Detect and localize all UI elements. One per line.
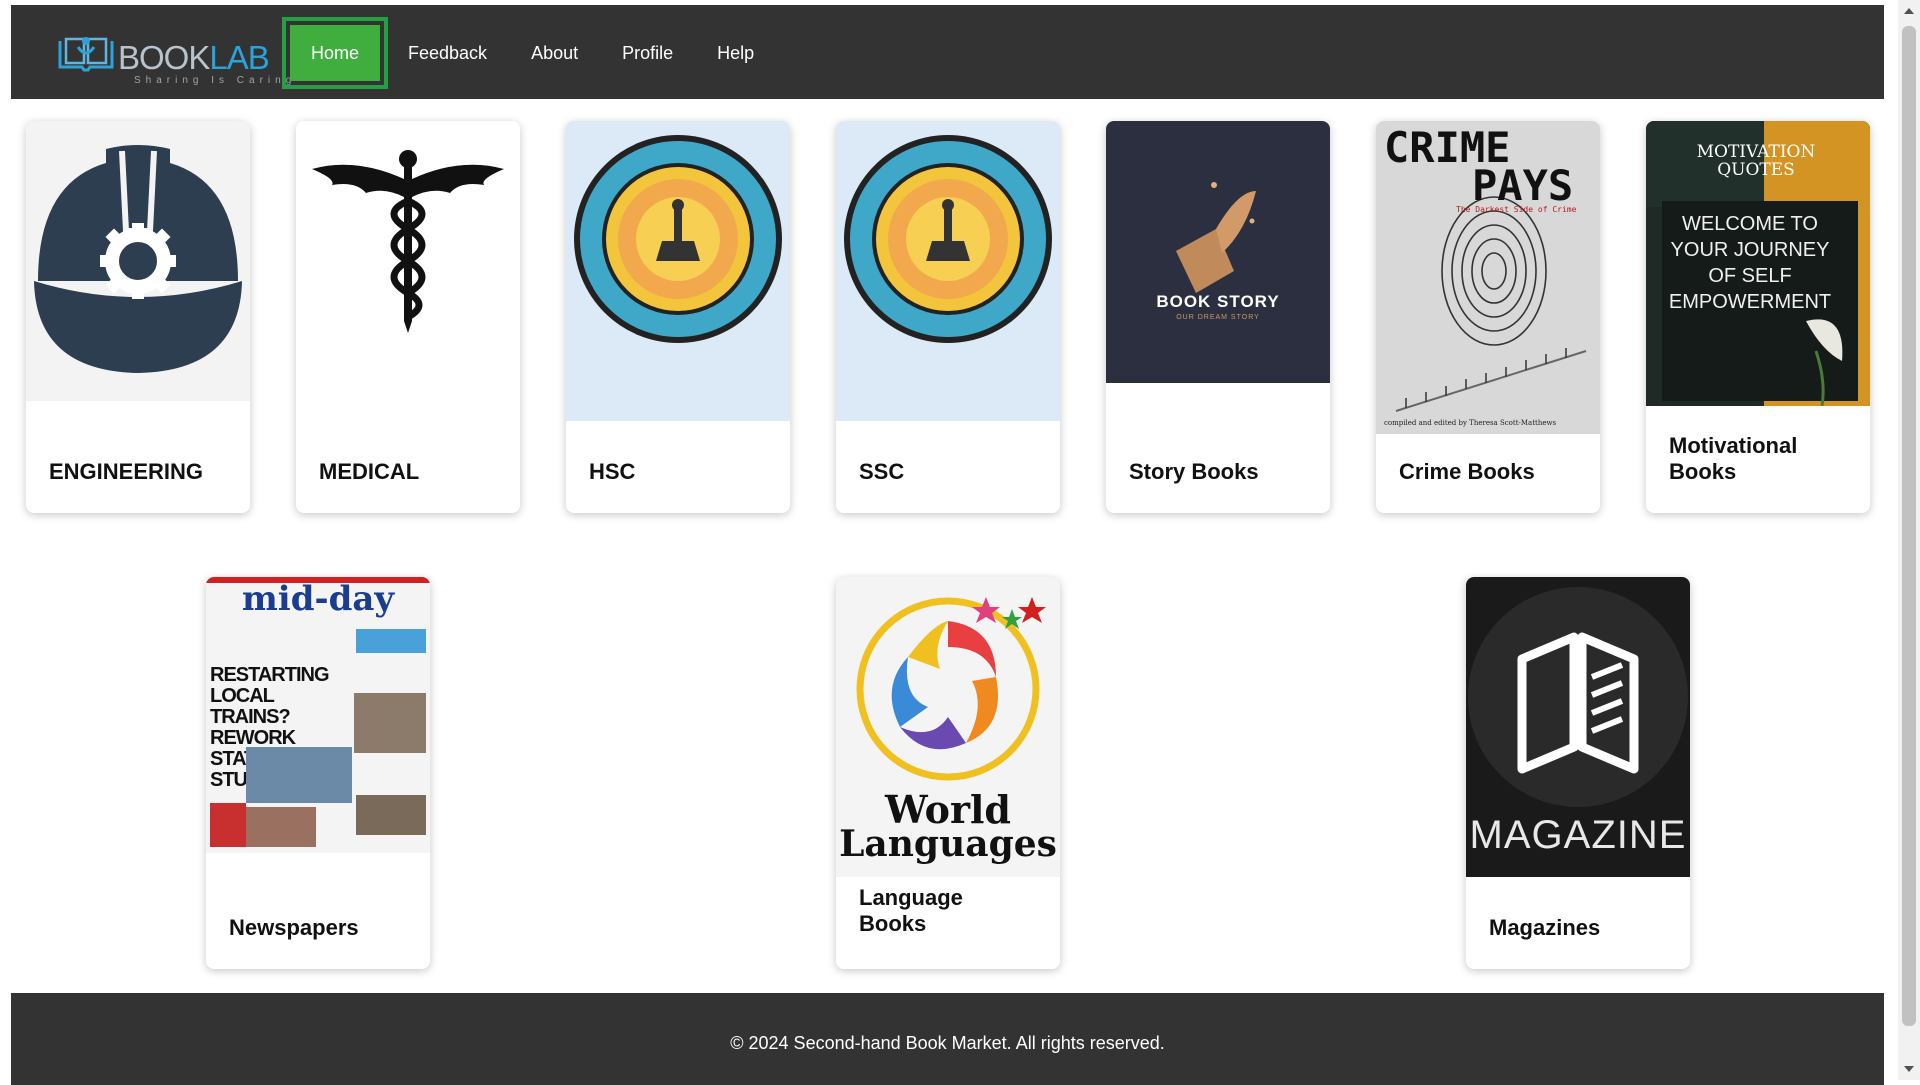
nav-feedback[interactable]: Feedback [408, 43, 487, 64]
scroll-down-arrow-icon[interactable] [1904, 1066, 1914, 1072]
caduceus-icon [296, 121, 520, 361]
nav-about[interactable]: About [531, 43, 578, 64]
top-navbar: BOOKLAB Sharing Is Caring Home Feedback … [11, 5, 1884, 99]
category-card-motivational-books[interactable]: MOTIVATION QUOTES WELCOME TO YOUR JOURNE… [1646, 121, 1870, 513]
world-languages-cover: World Languages [836, 577, 1060, 877]
cover-credit: compiled and edited by Theresa Scott-Mat… [1384, 419, 1557, 427]
category-label: Magazines [1489, 915, 1601, 940]
footer-copyright: © 2024 Second-hand Book Market. All righ… [730, 1033, 1165, 1053]
vertical-scrollbar[interactable] [1898, 0, 1920, 1080]
category-label: Language Books [859, 885, 963, 936]
magazine-cover: MAGAZINE [1466, 577, 1690, 877]
nav-help[interactable]: Help [717, 43, 754, 64]
newspaper-masthead: mid-day [241, 579, 395, 619]
category-label: Story Books [1129, 459, 1259, 484]
cover-title: BOOK STORY [1156, 292, 1280, 311]
category-card-magazines[interactable]: MAGAZINE Magazines [1466, 577, 1690, 969]
category-label: Motivational Books [1669, 433, 1798, 484]
category-card-crime-books[interactable]: CRIME PAYS The Darkest Side of Crime com… [1376, 121, 1600, 513]
category-label: Newspapers [229, 915, 359, 940]
scroll-up-arrow-icon[interactable] [1904, 8, 1914, 14]
logo-tagline: Sharing Is Caring [134, 75, 297, 86]
category-card-medical[interactable]: MEDICAL [296, 121, 520, 513]
board-seal-icon [566, 121, 790, 421]
category-card-story-books[interactable]: BOOK STORY OUR DREAM STORY Story Books [1106, 121, 1330, 513]
nav-home[interactable]: Home [282, 17, 388, 89]
board-seal-icon [836, 121, 1060, 421]
category-label: MEDICAL [319, 459, 420, 484]
book-story-cover: BOOK STORY OUR DREAM STORY [1106, 121, 1330, 383]
category-card-newspapers[interactable]: mid-day RESTARTING LOCAL TRAINS? REWORK … [206, 577, 430, 969]
cover-magazine: MAGAZINE [1469, 813, 1687, 857]
hard-hat-gear-icon [26, 121, 250, 401]
cover-title-pays: PAYS [1472, 161, 1574, 210]
category-card-ssc[interactable]: SSC [836, 121, 1060, 513]
footer: © 2024 Second-hand Book Market. All righ… [11, 993, 1884, 1085]
logo-book-icon [58, 37, 114, 72]
quill-book-icon [1176, 182, 1256, 293]
scrollbar-thumb[interactable] [1902, 26, 1916, 1026]
flower-icon [1806, 319, 1843, 406]
main-nav: Home Feedback About Profile Help [282, 17, 798, 89]
category-label: SSC [859, 459, 905, 484]
category-label: ENGINEERING [49, 459, 204, 484]
category-label: HSC [589, 459, 636, 484]
category-card-hsc[interactable]: HSC [566, 121, 790, 513]
motivation-quotes-cover: MOTIVATION QUOTES WELCOME TO YOUR JOURNE… [1646, 121, 1870, 406]
category-label: Crime Books [1399, 459, 1535, 484]
newspaper-cover: mid-day RESTARTING LOCAL TRAINS? REWORK … [206, 577, 430, 853]
cover-subtitle: The Darkest Side of Crime [1456, 205, 1577, 214]
cover-languages: Languages [839, 823, 1057, 865]
languages-swirl-icon [856, 597, 1046, 781]
open-book-icon [1468, 587, 1688, 807]
category-card-engineering[interactable]: ENGINEERING [26, 121, 250, 513]
booklab-logo[interactable]: BOOKLAB Sharing Is Caring [56, 27, 291, 89]
crime-pays-cover: CRIME PAYS The Darkest Side of Crime com… [1376, 121, 1600, 434]
category-card-language-books[interactable]: World Languages Language Books [836, 577, 1060, 969]
cover-subtitle: OUR DREAM STORY [1176, 314, 1260, 321]
nav-profile[interactable]: Profile [622, 43, 673, 64]
